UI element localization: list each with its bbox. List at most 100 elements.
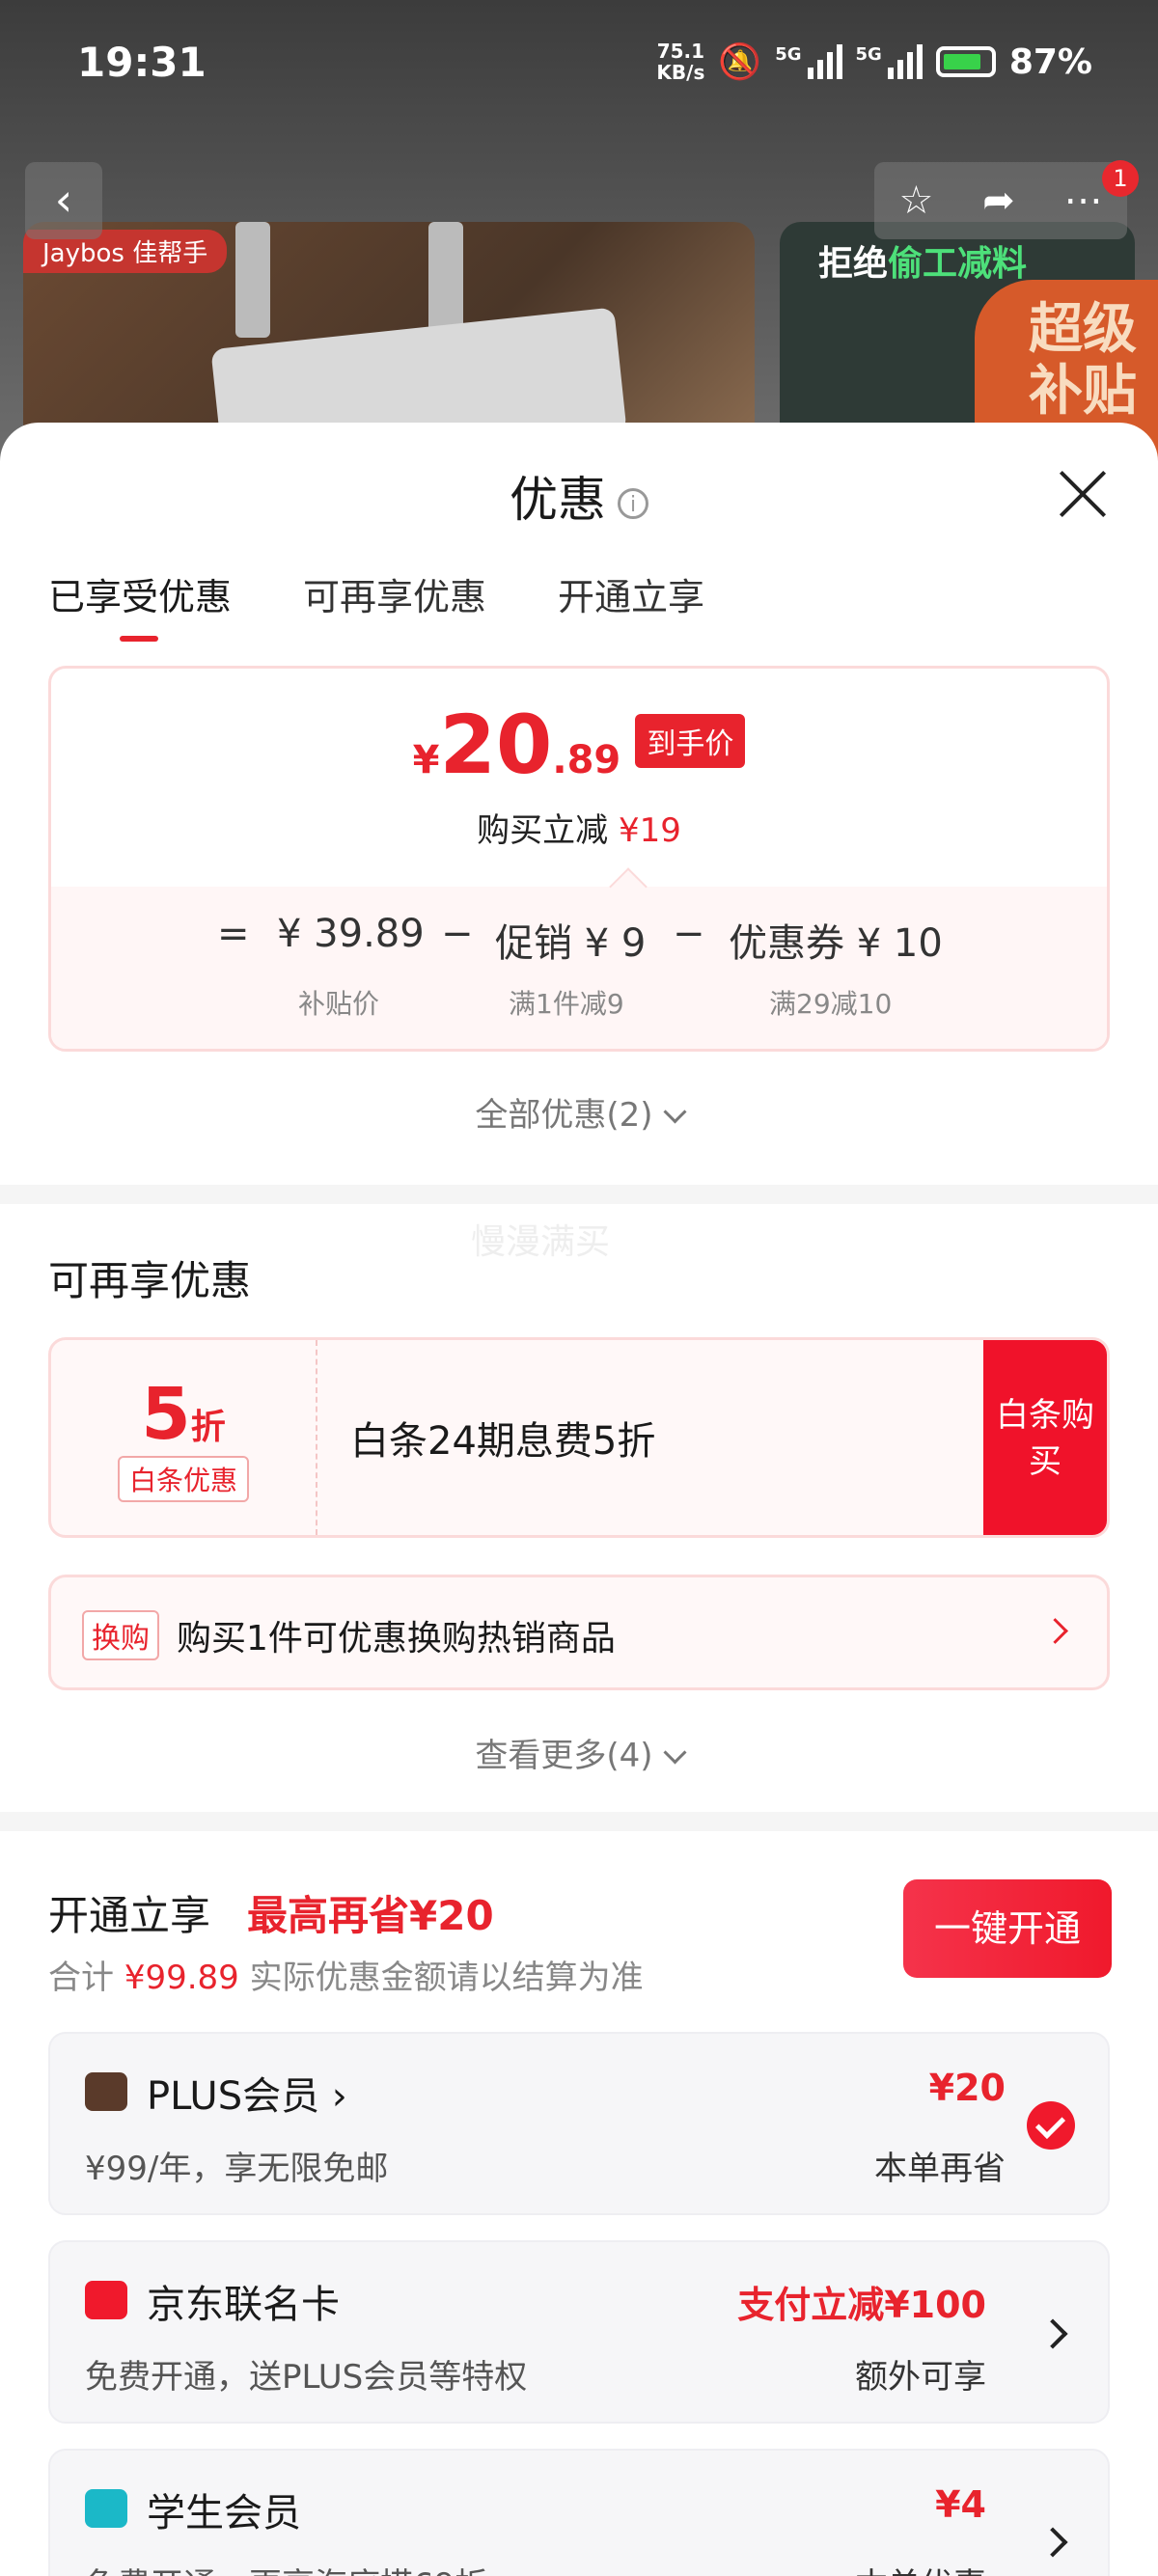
baitiao-discount-value: 5折 (51, 1373, 316, 1456)
all-offers-label: 全部优惠(2) (475, 1096, 653, 1135)
chevron-right-icon (1042, 1618, 1068, 1644)
price-currency: ¥ (412, 738, 440, 782)
see-more-toggle[interactable]: 查看更多(4) (0, 1729, 1158, 1776)
baitiao-buy-button[interactable]: 白条购买 (983, 1340, 1107, 1535)
promotion-value: 促销 ¥ 9 (495, 921, 647, 966)
notification-badge: 1 (1102, 160, 1139, 197)
discount-number: 5 (141, 1373, 191, 1456)
star-icon[interactable]: ☆ (898, 178, 933, 223)
member-value: ¥4 (935, 2483, 986, 2526)
coupon-value: 优惠券 ¥ 10 (729, 921, 943, 966)
price-integer: 20 (439, 698, 553, 792)
open-total: 合计 ¥99.89 实际优惠金额请以结算为准 (48, 1951, 644, 1998)
final-price-card: ¥20.89 到手价 购买立减 ¥19 = ¥ 39.89 补贴价 − 促销 ¥… (48, 666, 1110, 1052)
sheet-title-text: 优惠 (510, 472, 606, 528)
sheet-title: 优惠 i (0, 461, 1158, 531)
swap-offer-card[interactable]: 换购 购买1件可优惠换购热销商品 (48, 1575, 1110, 1690)
info-icon[interactable]: i (618, 487, 648, 519)
chevron-down-icon (663, 1100, 687, 1124)
promotion-label: 满1件减9 (509, 988, 624, 1020)
discount-unit: 折 (190, 1408, 226, 1447)
signal-5g-label: 5G (855, 44, 882, 65)
baitiao-discount: 5折 白条优惠 (51, 1340, 317, 1535)
swap-tag: 换购 (82, 1610, 159, 1660)
baitiao-tag: 白条优惠 (117, 1456, 249, 1502)
total-label: 合计 (48, 1959, 114, 1997)
crown-icon (85, 2072, 127, 2111)
final-price-tag: 到手价 (635, 714, 746, 768)
minus-sign: − (441, 912, 474, 956)
coupon-label: 满29减10 (769, 988, 893, 1020)
section-divider (0, 1812, 1158, 1831)
max-save-text: 最高再省¥20 (247, 1892, 494, 1939)
ad-title: 拒绝偷工减料 (818, 244, 1028, 284)
section-divider (0, 1185, 1158, 1204)
member-note: 本单优惠 (855, 2559, 986, 2576)
swap-offer-text: 购买1件可优惠换购热销商品 (177, 1619, 616, 1658)
network-speed-unit: KB/s (656, 61, 705, 84)
battery-icon (935, 46, 996, 77)
product-image-main: Jaybos 佳帮手 (23, 222, 755, 444)
status-time: 19:31 (77, 39, 207, 86)
member-value: ¥20 (928, 2067, 1006, 2109)
member-desc: 免费开通，更享海底捞69折 (85, 2559, 487, 2576)
watermark: 慢漫满买 (471, 1222, 611, 1262)
total-note: 实际优惠金额请以结算为准 (249, 1959, 644, 1997)
subsidy-price-label: 补贴价 (298, 988, 380, 1020)
more-icon[interactable]: ⋯ (1064, 178, 1103, 223)
chevron-right-icon (1037, 2318, 1068, 2349)
graduation-cap-icon (85, 2489, 127, 2528)
member-note: 本单再省 (874, 2150, 1006, 2188)
member-note: 额外可享 (855, 2358, 986, 2397)
mute-icon: 🔕 (718, 42, 762, 82)
tab-open[interactable]: 开通立享 (558, 567, 704, 620)
total-value: ¥99.89 (124, 1959, 239, 1997)
mop-handle (235, 222, 270, 338)
minus-sign: − (673, 912, 705, 956)
equals-sign: = (217, 912, 250, 956)
reduction-value: ¥19 (618, 811, 681, 850)
selected-check-icon[interactable] (1027, 2101, 1075, 2150)
final-price: ¥20.89 到手价 (51, 698, 1107, 792)
signal-5g-label: 5G (775, 44, 802, 65)
purchase-reduction: 购买立减 ¥19 (51, 804, 1107, 851)
breakdown-notch (609, 867, 648, 906)
status-bar: 19:31 75.1 KB/s 🔕 5G 5G 87% (0, 0, 1158, 135)
member-desc: 免费开通，送PLUS会员等特权 (85, 2358, 528, 2397)
one-click-open-button[interactable]: 一键开通 (903, 1879, 1112, 1978)
subsidy-price-value: ¥ 39.89 (277, 912, 425, 956)
share-icon[interactable]: ➦ (982, 178, 1015, 223)
top-actions: ☆ ➦ ⋯ (874, 162, 1127, 239)
baitiao-offer-card: 5折 白条优惠 白条24期息费5折 白条购买 (48, 1337, 1110, 1538)
member-name: 学生会员 (147, 2491, 301, 2535)
member-name: PLUS会员 › (147, 2074, 347, 2119)
price-decimal: .89 (552, 738, 621, 782)
tab-enjoyed[interactable]: 已享受优惠 (48, 567, 232, 642)
back-button[interactable]: ‹ (25, 162, 102, 239)
card-icon (85, 2281, 127, 2319)
jd-co-brand-card[interactable]: 京东联名卡 免费开通，送PLUS会员等特权 支付立减¥100 额外可享 (48, 2240, 1110, 2424)
more-offers-title: 可再享优惠 (48, 1257, 252, 1304)
signal-icon: 5G (775, 44, 842, 79)
chevron-down-icon (663, 1740, 687, 1765)
open-section-title: 开通立享 (48, 1892, 211, 1939)
plus-member-card[interactable]: PLUS会员 › ¥99/年，享无限免邮 ¥20 本单再省 (48, 2032, 1110, 2215)
see-more-label: 查看更多(4) (475, 1737, 653, 1775)
member-desc: ¥99/年，享无限免邮 (85, 2150, 389, 2188)
network-speed: 75.1 KB/s (656, 41, 704, 83)
discount-sheet: 优惠 i 已享受优惠 可再享优惠 开通立享 ¥20.89 到手价 购买立减 ¥19… (0, 423, 1158, 2576)
network-speed-value: 75.1 (656, 40, 705, 63)
student-member-card[interactable]: 学生会员 免费开通，更享海底捞69折 ¥4 本单优惠 (48, 2449, 1110, 2576)
signal-icon: 5G (856, 44, 923, 79)
member-value: 支付立减¥100 (737, 2284, 986, 2326)
reduction-label: 购买立减 (477, 811, 609, 850)
close-button[interactable] (1056, 467, 1110, 521)
tab-bar: 已享受优惠 可再享优惠 开通立享 (48, 567, 704, 642)
all-offers-toggle[interactable]: 全部优惠(2) (0, 1088, 1158, 1136)
tab-more[interactable]: 可再享优惠 (303, 567, 486, 620)
baitiao-offer-text: 白条24期息费5折 (350, 1419, 656, 1464)
battery-level: 87% (1008, 41, 1092, 82)
member-name: 京东联名卡 (147, 2283, 340, 2327)
chevron-right-icon (1037, 2527, 1068, 2558)
status-icons: 75.1 KB/s 🔕 5G 5G 87% (656, 41, 1092, 83)
